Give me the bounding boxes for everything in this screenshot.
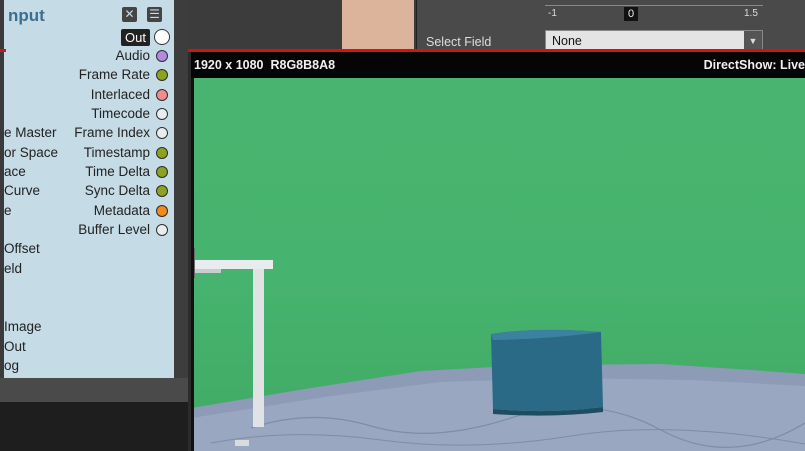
chevron-down-icon[interactable]: ▼: [744, 31, 762, 51]
port-label-timestamp: Timestamp: [83, 145, 150, 160]
port-time-delta[interactable]: [156, 166, 168, 178]
close-icon[interactable]: ✕: [122, 7, 137, 22]
port-buffer-level[interactable]: [156, 224, 168, 236]
out-port[interactable]: [154, 29, 170, 45]
port-audio[interactable]: [156, 50, 168, 62]
port-timecode[interactable]: [156, 108, 168, 120]
port-label-interlaced: Interlaced: [90, 87, 150, 102]
bottom-toolbar: [0, 378, 188, 402]
selection-border: [0, 49, 6, 52]
viewer-header: 1920 x 1080 R8G8B8A8 DirectShow: Live: [191, 52, 805, 78]
port-interlaced[interactable]: [156, 89, 168, 101]
ottoman: [491, 329, 603, 412]
pixel-format-text: R8G8B8A8: [270, 58, 336, 72]
port-sync-delta[interactable]: [156, 185, 168, 197]
node-title: nput: [8, 6, 45, 25]
param-label: Curve: [4, 183, 41, 198]
bottom-panel: [0, 402, 188, 451]
param-label: e Master: [4, 125, 57, 140]
param-label: eld: [4, 261, 23, 276]
param-label: ace: [4, 164, 26, 179]
slider-value[interactable]: 0: [624, 7, 638, 21]
source-text: DirectShow: Live: [703, 58, 805, 72]
port-frame-rate[interactable]: [156, 69, 168, 81]
param-label: og: [4, 358, 20, 373]
table-clamp: [194, 248, 195, 278]
chroma-offset-slider[interactable]: [545, 0, 763, 6]
slider-min-label: -1: [548, 8, 557, 19]
select-field-value: None: [552, 34, 582, 48]
param-label: Out: [4, 339, 26, 354]
port-label-timecode: Timecode: [91, 106, 150, 121]
viewer-format-info: 1920 x 1080 R8G8B8A8: [194, 58, 335, 72]
menu-icon[interactable]: ☰: [147, 7, 162, 22]
param-label: or Space: [4, 145, 59, 160]
color-swatch[interactable]: [342, 0, 414, 50]
port-label-buffer-level: Buffer Level: [78, 222, 150, 237]
port-frame-index[interactable]: [156, 127, 168, 139]
param-label: e: [4, 203, 12, 218]
video-viewer[interactable]: [191, 78, 805, 451]
port-label-audio: Audio: [115, 48, 150, 63]
select-field-label: Select Field: [426, 35, 492, 49]
resolution-text: 1920 x 1080: [194, 58, 264, 72]
out-port-label: Out: [121, 29, 150, 46]
table-top: [194, 260, 273, 269]
port-label-metadata: Metadata: [93, 203, 150, 218]
slider-max-label: 1.5: [744, 8, 758, 19]
port-label-time-delta: Time Delta: [85, 164, 150, 179]
port-label-sync-delta: Sync Delta: [84, 183, 150, 198]
port-timestamp[interactable]: [156, 147, 168, 159]
table-leg: [253, 269, 264, 427]
video-frame: [194, 248, 805, 451]
param-label: Offset: [4, 241, 40, 256]
table-foot: [235, 440, 249, 446]
port-metadata[interactable]: [156, 205, 168, 217]
param-label: Image: [4, 319, 42, 334]
table-edge: [194, 269, 221, 273]
port-label-frame-rate: Frame Rate: [78, 67, 150, 82]
input-node-panel[interactable]: nput ✕ ☰ Out Audio Frame Rate Interlaced…: [4, 0, 177, 378]
port-label-frame-index: Frame Index: [74, 125, 150, 140]
